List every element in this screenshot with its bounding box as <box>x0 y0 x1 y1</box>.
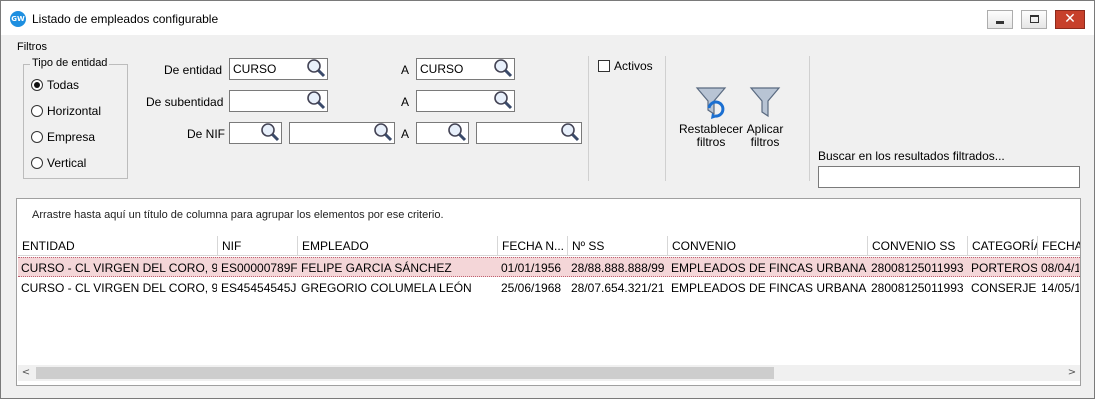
cell-nif: ES45454545J <box>221 281 297 295</box>
radio-vertical[interactable]: Vertical <box>31 156 86 170</box>
cell-convenio: EMPLEADOS DE FINCAS URBANAS <box>671 281 867 295</box>
filters-legend: Filtros <box>17 41 47 53</box>
group-hint: Arrastre hasta aquí un título de columna… <box>32 209 444 221</box>
close-icon: ✕ <box>1064 11 1076 27</box>
cell-nss: 28/07.654.321/21 <box>571 281 665 295</box>
cell-nss: 28/88.888.888/99 <box>571 261 665 275</box>
column-header-convenio[interactable]: CONVENIO <box>668 236 868 256</box>
a-entidad-value: CURSO <box>420 62 464 76</box>
cell-empleado: FELIPE GARCIA SÁNCHEZ <box>301 261 452 275</box>
cell-fecha-nacimiento: 01/01/1956 <box>501 261 562 275</box>
search-icon[interactable] <box>493 90 513 110</box>
cell-categoria: PORTEROS <box>971 261 1037 275</box>
radio-indicator <box>31 131 43 143</box>
column-header-empleado[interactable]: EMPLEADO <box>298 236 498 256</box>
radio-label: Empresa <box>47 130 96 144</box>
app-logo-icon: GW <box>10 11 26 27</box>
search-icon[interactable] <box>306 58 326 78</box>
reset-filter-icon <box>695 87 727 119</box>
cell-convenio-ss: 28008125011993 <box>871 261 964 275</box>
window-title: Listado de empleados configurable <box>32 12 219 26</box>
column-header-fecha[interactable]: FECHA <box>1038 236 1080 256</box>
search-icon[interactable] <box>447 122 467 142</box>
search-icon[interactable] <box>373 122 393 142</box>
search-icon[interactable] <box>493 58 513 78</box>
cell-convenio-ss: 28008125011993 <box>871 281 964 295</box>
de-entidad-value: CURSO <box>233 62 277 76</box>
radio-indicator <box>31 157 43 169</box>
search-label: Buscar en los resultados filtrados... <box>818 149 1005 163</box>
cell-entidad: CURSO - CL VIRGEN DEL CORO, 97 <box>21 281 217 295</box>
activos-checkbox[interactable] <box>598 60 610 72</box>
a-subentidad-label: A <box>401 95 410 109</box>
scroll-right-icon[interactable]: > <box>1064 365 1080 381</box>
cell-fecha-nacimiento: 25/06/1968 <box>501 281 562 295</box>
cell-fecha: 08/04/1 <box>1041 261 1079 275</box>
cell-entidad: CURSO - CL VIRGEN DEL CORO, 97 <box>21 261 217 275</box>
filter-icon <box>749 87 781 118</box>
cell-fecha: 14/05/1 <box>1041 281 1079 295</box>
restablecer-filtros-button[interactable]: Restablecer filtros <box>679 86 743 149</box>
activos-label: Activos <box>614 59 653 73</box>
radio-label: Vertical <box>47 156 87 170</box>
table-row[interactable]: CURSO - CL VIRGEN DEL CORO, 97 ES0000078… <box>18 257 1080 277</box>
column-header-categoria[interactable]: CATEGORÍA <box>968 236 1038 256</box>
radio-todas[interactable]: Todas <box>31 78 79 92</box>
radio-indicator <box>31 105 43 117</box>
cell-nif: ES00000789F <box>221 261 297 275</box>
close-button[interactable]: ✕ <box>1055 10 1085 29</box>
radio-horizontal[interactable]: Horizontal <box>31 104 101 118</box>
horizontal-scrollbar[interactable]: < > <box>18 365 1080 381</box>
de-nif-label: De NIF <box>187 127 226 141</box>
separator <box>588 56 589 181</box>
de-entidad-label: De entidad <box>164 63 223 77</box>
minimize-button[interactable] <box>987 10 1013 29</box>
de-subentidad-label: De subentidad <box>146 95 224 109</box>
employee-grid: Arrastre hasta aquí un título de columna… <box>16 198 1081 386</box>
entity-type-legend: Tipo de entidad <box>30 57 110 69</box>
column-header-nss[interactable]: Nº SS <box>568 236 668 256</box>
search-input[interactable] <box>818 166 1080 188</box>
a-entidad-label: A <box>401 63 410 77</box>
search-icon[interactable] <box>306 90 326 110</box>
search-icon[interactable] <box>260 122 280 142</box>
cell-empleado: GREGORIO COLUMELA LEÓN <box>301 281 472 295</box>
cell-convenio: EMPLEADOS DE FINCAS URBANAS <box>671 261 867 275</box>
radio-empresa[interactable]: Empresa <box>31 130 95 144</box>
scrollbar-thumb[interactable] <box>36 367 774 379</box>
radio-label: Todas <box>47 78 80 92</box>
separator <box>809 56 810 181</box>
maximize-icon <box>1030 15 1039 23</box>
title-bar: GW Listado de empleados configurable ✕ <box>1 1 1094 35</box>
radio-label: Horizontal <box>47 104 102 118</box>
maximize-button[interactable] <box>1021 10 1047 29</box>
restablecer-line2: filtros <box>696 135 726 149</box>
minimize-icon <box>996 21 1004 24</box>
table-row[interactable]: CURSO - CL VIRGEN DEL CORO, 97 ES4545454… <box>18 278 1080 298</box>
search-icon[interactable] <box>560 122 580 142</box>
scroll-left-icon[interactable]: < <box>18 365 34 381</box>
aplicar-filtros-button[interactable]: Aplicar filtros <box>743 86 787 149</box>
app-window: GW Listado de empleados configurable ✕ F… <box>0 0 1095 399</box>
column-header-nif[interactable]: NIF <box>218 236 298 256</box>
cell-categoria: CONSERJE <box>971 281 1037 295</box>
a-nif-label: A <box>401 127 410 141</box>
radio-indicator <box>31 79 43 91</box>
column-header-convenio-ss[interactable]: CONVENIO SS <box>868 236 968 256</box>
separator <box>665 56 666 181</box>
aplicar-line2: filtros <box>750 135 780 149</box>
column-header-entidad[interactable]: ENTIDAD <box>18 236 218 256</box>
column-header-fecha-nacimiento[interactable]: FECHA N... <box>498 236 568 256</box>
